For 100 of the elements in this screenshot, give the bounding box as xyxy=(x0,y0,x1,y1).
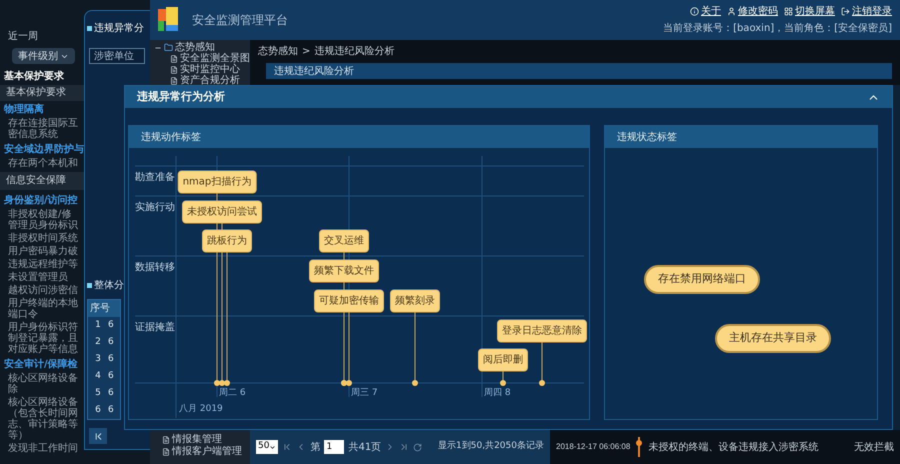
panel-title-bar: 违规违纪风险分析 xyxy=(266,63,892,79)
page-label: 第 xyxy=(310,440,320,454)
category-heading: 安全域边界防护与 xyxy=(4,142,84,157)
group-label: 证据掩盖 xyxy=(135,320,175,335)
timeline-item[interactable]: 跳板行为 xyxy=(202,230,252,252)
axis-tick-label: 周四 8 xyxy=(484,387,511,400)
rule-item[interactable]: 存在两个本机和 xyxy=(4,157,78,170)
file-icon xyxy=(162,448,170,456)
link-icon[interactable] xyxy=(690,7,699,16)
table-cell-text: 6 xyxy=(108,370,115,383)
axis-month-label: 八月 2019 xyxy=(179,403,223,416)
link-icon[interactable] xyxy=(841,7,850,16)
last-page-icon xyxy=(399,442,410,452)
panel-title: 违规状态标签 xyxy=(617,130,677,144)
timeline-stem xyxy=(539,342,545,386)
group-label: 数据转移 xyxy=(135,261,175,275)
rule-item[interactable]: 未设置管理员 xyxy=(4,271,68,284)
table-cell-text: 2 xyxy=(94,336,102,349)
timeline-item[interactable]: 频繁下载文件 xyxy=(309,260,379,282)
axis-tick-label: 周二 6 xyxy=(219,387,246,400)
account-info: 当前登录账号：[baoxin]，当前角色：[安全保密员] xyxy=(663,22,892,36)
panel-heading: 基本保护要求 xyxy=(4,70,65,83)
breadcrumb-link[interactable]: 态势感知 xyxy=(258,44,298,59)
rule-item[interactable]: 用户密码暴力破 xyxy=(4,245,78,258)
table-cell-text: 6 xyxy=(108,386,115,400)
log-message: 未授权的终端、设备违规接入涉密系统 xyxy=(648,440,818,454)
table-cell-text: 6 xyxy=(108,336,115,349)
axis-tick-label: 周三 7 xyxy=(351,387,378,400)
link-icon[interactable] xyxy=(784,7,793,16)
window-title: 违规异常分 xyxy=(94,22,144,36)
logo-icon xyxy=(158,7,180,33)
rule-item[interactable]: 越权访问涉密信 xyxy=(4,284,78,297)
first-page-button[interactable] xyxy=(89,428,107,444)
page-size-select[interactable]: 50 xyxy=(256,440,278,454)
header-link[interactable]: 注销登录 xyxy=(852,4,892,19)
file-icon xyxy=(170,54,178,62)
breadcrumb-current: 违规违纪风险分析 xyxy=(314,44,394,59)
log-status: 无效拦截 xyxy=(854,440,894,454)
file-icon xyxy=(170,66,178,74)
folder-icon xyxy=(164,43,173,52)
timeline-item[interactable]: 交叉运维 xyxy=(319,230,369,252)
table-cell-text: 1 xyxy=(94,318,102,332)
rule-item[interactable]: 用户身份标识符 制登记暴露，且 对应账户等信息 xyxy=(4,321,78,356)
period-tab[interactable]: 近一周 xyxy=(4,28,42,44)
table-cell-text: 6 xyxy=(108,318,115,332)
first-page-icon xyxy=(282,442,292,452)
table-cell-text: 3 xyxy=(94,352,102,366)
state-tag[interactable]: 存在禁用网络端口 xyxy=(644,265,760,294)
timeline-item[interactable]: 可疑加密传输 xyxy=(314,290,384,312)
rule-item[interactable]: 存在连接国际互 密信息系统 xyxy=(4,117,78,141)
category-heading: 身份鉴别/访问控 xyxy=(4,193,78,208)
table-cell-text: 6 xyxy=(94,404,102,417)
group-label: 实施行动 xyxy=(135,200,175,215)
category-heading: 物理隔离 xyxy=(4,102,44,117)
page-count: 共41页 xyxy=(348,440,382,454)
tree-item[interactable]: 实时监控中心 xyxy=(154,64,250,75)
timeline-stem xyxy=(500,370,506,386)
square-icon xyxy=(87,283,92,288)
category-heading: 安全审计/保障检 xyxy=(4,357,78,372)
timeline-item[interactable]: 频繁刻录 xyxy=(390,290,440,312)
breadcrumb-separator: > xyxy=(302,45,310,59)
section-title: 整体分 xyxy=(94,279,124,293)
timeline-item[interactable]: 登录日志恶意清除 xyxy=(497,320,587,342)
rule-item[interactable]: 核心区网络设备 除 xyxy=(4,372,78,396)
page-field[interactable]: 1 xyxy=(324,440,344,454)
unit-field[interactable]: 涉密单位 xyxy=(89,48,145,64)
tree-item[interactable]: 安全监测全景图 xyxy=(154,53,250,64)
table-cell-text: 5 xyxy=(94,386,102,400)
app-title: 安全监测管理平台 xyxy=(192,12,288,29)
refresh-icon xyxy=(413,442,422,452)
rule-item[interactable]: 核心区网络设备 （包含长时间网 志、审计策略等 等） xyxy=(4,396,78,442)
timeline-item[interactable]: 未授权访问尝试 xyxy=(182,200,262,224)
tree-node[interactable]: 态势感知 xyxy=(154,42,250,53)
column-header: 序号 xyxy=(89,302,110,316)
rule-item[interactable]: 用户终端的本地 端口令 xyxy=(4,297,78,321)
panel-title: 违规动作标签 xyxy=(141,130,201,144)
record-summary: 显示1到50,共2050条记录 xyxy=(438,440,544,454)
rule-item[interactable]: 非授权时间系统 xyxy=(4,232,78,245)
file-icon xyxy=(162,436,170,444)
log-time: 2018-12-17 06:06:08 xyxy=(556,441,630,453)
table-cell-text: 6 xyxy=(108,352,115,366)
state-tag[interactable]: 主机存在共享目录 xyxy=(715,324,831,352)
header-link[interactable]: 修改密码 xyxy=(738,4,778,19)
square-icon xyxy=(87,26,92,31)
header-link[interactable]: 切换屏幕 xyxy=(795,4,835,19)
tree-item[interactable]: 情报客户端管理 xyxy=(162,446,250,458)
level-dropdown[interactable]: 事件级别 xyxy=(12,48,75,64)
rule-item[interactable]: 违规远程维护等 xyxy=(4,258,78,271)
timeline-item[interactable]: nmap扫描行为 xyxy=(178,170,256,194)
tree-item[interactable]: 情报集管理 xyxy=(162,434,250,446)
file-icon xyxy=(170,76,178,84)
table-cell-text: 6 xyxy=(108,404,115,417)
timeline-item[interactable]: 阅后即删 xyxy=(478,348,528,372)
rule-item[interactable]: 发现非工作时间 xyxy=(4,442,78,455)
tree-item[interactable]: 资产合规分析 xyxy=(154,75,250,86)
link-icon[interactable] xyxy=(727,7,736,16)
caret-icon xyxy=(269,444,276,450)
header-link[interactable]: 关于 xyxy=(701,4,721,19)
rule-item[interactable]: 非授权创建/修 管理员身份标识 xyxy=(4,208,78,232)
table-cell-text: 4 xyxy=(94,370,102,383)
